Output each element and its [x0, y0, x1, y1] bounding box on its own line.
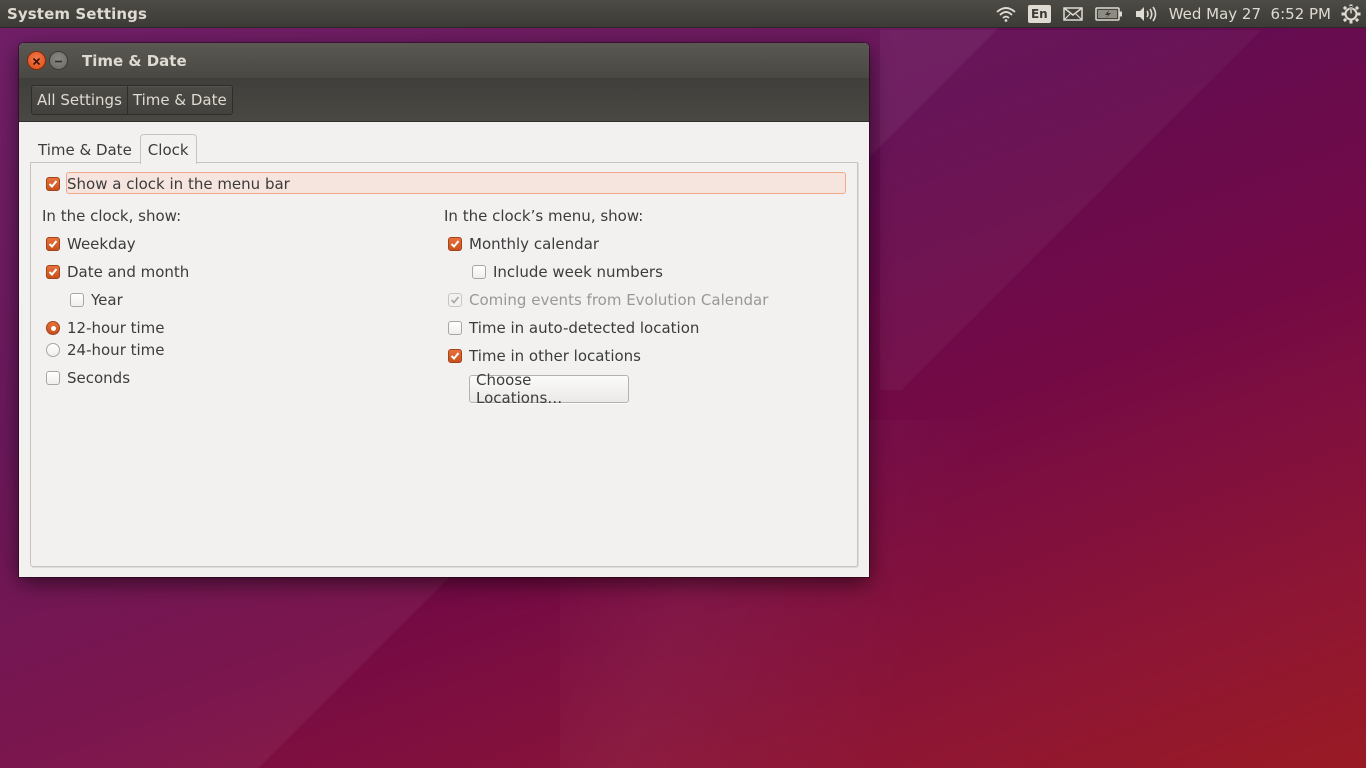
clock-show-heading: In the clock, show: [42, 207, 182, 225]
week-numbers-label: Include week numbers [493, 263, 663, 281]
show-clock-checkbox[interactable]: Show a clock in the menu bar [46, 175, 290, 193]
date-month-label: Date and month [67, 263, 190, 281]
auto-location-checkbox[interactable]: Time in auto-detected location [448, 319, 699, 337]
keyboard-layout-badge: En [1027, 4, 1051, 23]
date-month-checkbox[interactable]: Date and month [46, 263, 189, 281]
time-date-window: Time & Date All Settings Time & Date Tim… [19, 43, 869, 577]
year-checkbox[interactable]: Year [70, 291, 123, 309]
minimize-button[interactable] [49, 51, 68, 70]
checkbox-disabled-checked-icon [448, 293, 462, 307]
checkbox-unchecked-icon [448, 321, 462, 335]
clock-menu-heading: In the clock’s menu, show: [444, 207, 644, 225]
breadcrumb-all-settings[interactable]: All Settings [32, 86, 127, 114]
breadcrumb: All Settings Time & Date [31, 85, 233, 115]
checkbox-checked-icon [46, 177, 60, 191]
checkbox-unchecked-icon [46, 371, 60, 385]
checkbox-checked-icon [448, 349, 462, 363]
messaging-indicator[interactable] [1057, 0, 1089, 27]
minimize-icon [54, 51, 63, 70]
indicator-area: En Wed May 27 6:52 PM [990, 0, 1366, 27]
power-gear-icon [1341, 4, 1361, 24]
checkbox-unchecked-icon [70, 293, 84, 307]
window-titlebar[interactable]: Time & Date [19, 43, 869, 79]
year-label: Year [91, 291, 123, 309]
seconds-checkbox[interactable]: Seconds [46, 369, 130, 387]
breadcrumb-time-date[interactable]: Time & Date [126, 86, 232, 114]
checkbox-checked-icon [46, 265, 60, 279]
hour12-label: 12-hour time [67, 319, 165, 337]
wallpaper-shard [880, 30, 1366, 390]
top-panel: System Settings En Wed May 27 6:52 PM [0, 0, 1366, 27]
weekday-label: Weekday [67, 235, 136, 253]
datetime-indicator[interactable]: Wed May 27 6:52 PM [1163, 0, 1339, 27]
radio-selected-icon [46, 321, 60, 335]
tab-bar: Time & Date Clock [30, 133, 197, 164]
clock-text: Wed May 27 6:52 PM [1168, 4, 1331, 23]
seconds-label: Seconds [67, 369, 131, 387]
battery-charging-icon [1094, 6, 1123, 21]
wifi-icon [996, 6, 1016, 22]
close-icon [32, 51, 41, 70]
window-content: Time & Date Clock Show a clock in the me… [19, 122, 869, 577]
monthly-calendar-checkbox[interactable]: Monthly calendar [448, 235, 599, 253]
network-indicator[interactable] [990, 0, 1022, 27]
coming-events-label: Coming events from Evolution Calendar [469, 291, 769, 309]
tab-time-date[interactable]: Time & Date [30, 136, 140, 163]
window-title: Time & Date [82, 51, 187, 70]
speaker-icon [1135, 6, 1157, 22]
monthly-calendar-label: Monthly calendar [469, 235, 600, 253]
show-clock-label: Show a clock in the menu bar [67, 175, 290, 193]
hour24-radio[interactable]: 24-hour time [46, 341, 165, 359]
checkbox-checked-icon [448, 237, 462, 251]
auto-location-label: Time in auto-detected location [469, 319, 700, 337]
checkbox-checked-icon [46, 237, 60, 251]
radio-unselected-icon [46, 343, 60, 357]
envelope-icon [1062, 6, 1083, 21]
other-locations-checkbox[interactable]: Time in other locations [448, 347, 641, 365]
clock-tab-panel: Show a clock in the menu bar In the cloc… [30, 162, 858, 567]
battery-indicator[interactable] [1089, 0, 1129, 27]
keyboard-indicator[interactable]: En [1022, 0, 1057, 27]
week-numbers-checkbox[interactable]: Include week numbers [472, 263, 663, 281]
checkbox-unchecked-icon [472, 265, 486, 279]
app-title: System Settings [7, 4, 148, 23]
hour12-radio[interactable]: 12-hour time [46, 319, 165, 337]
session-indicator[interactable] [1339, 0, 1366, 27]
other-locations-label: Time in other locations [469, 347, 641, 365]
window-toolbar: All Settings Time & Date [19, 79, 869, 122]
hour24-label: 24-hour time [67, 341, 165, 359]
weekday-checkbox[interactable]: Weekday [46, 235, 136, 253]
tab-clock[interactable]: Clock [139, 134, 197, 164]
sound-indicator[interactable] [1129, 0, 1163, 27]
choose-locations-button[interactable]: Choose Locations… [469, 371, 629, 407]
coming-events-checkbox: Coming events from Evolution Calendar [448, 291, 768, 309]
close-button[interactable] [27, 51, 46, 70]
